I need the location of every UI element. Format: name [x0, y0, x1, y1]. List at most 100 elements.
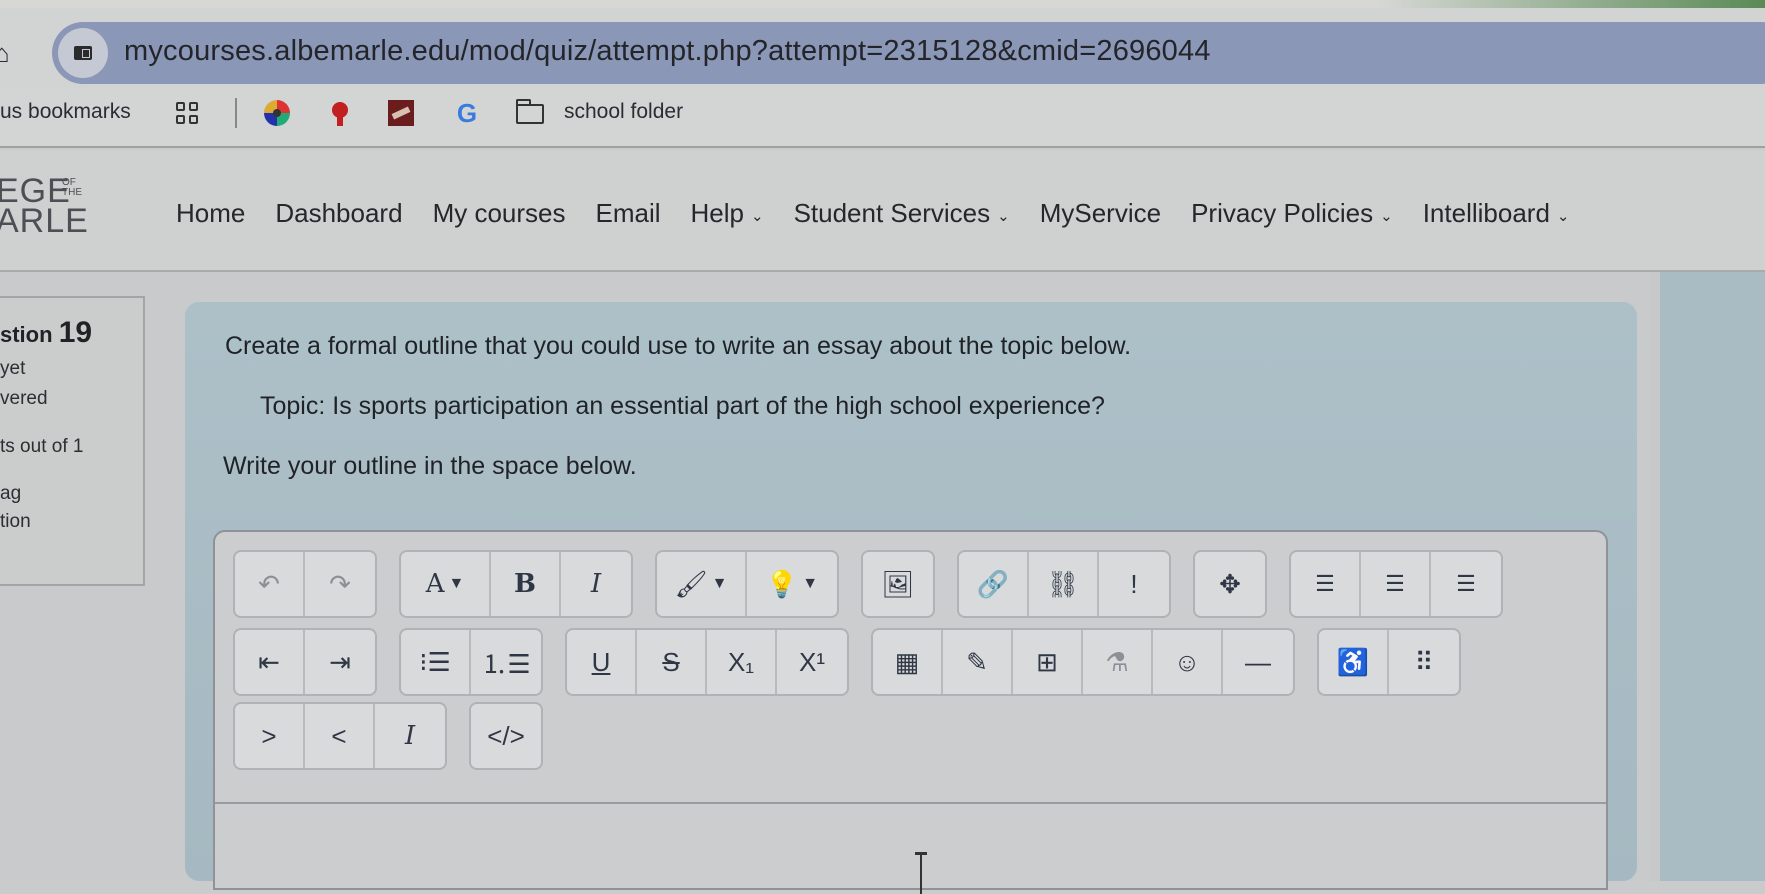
nav-myservice[interactable]: MyService [1040, 198, 1161, 229]
nav-label: Email [595, 198, 661, 228]
fullscreen-button[interactable]: ✥ [1195, 552, 1265, 616]
main-nav: Home Dashboard My courses Email Help ⌄ Student… [176, 198, 1599, 229]
question-instruction: Write your outline in the space below. [223, 452, 637, 480]
dropdown-caret-icon: ▼ [802, 575, 819, 592]
clear-formatting-button[interactable]: I [375, 704, 445, 768]
unlink-button[interactable]: ⛓ [1029, 552, 1099, 616]
redo-button[interactable]: ↷ [305, 552, 375, 616]
undo-button[interactable]: ↶ [235, 552, 305, 616]
question-number-label: stion 19 [0, 316, 93, 349]
marks-text: ts out of 1 [0, 436, 84, 457]
superscript-button[interactable]: X¹ [777, 630, 847, 694]
table-button[interactable]: ⊞ [1013, 630, 1083, 694]
nav-student-services[interactable]: Student Services ⌄ [794, 198, 1010, 229]
align-right-button[interactable]: ☰ [1431, 552, 1501, 616]
more-buttons[interactable]: ⠿ [1389, 630, 1459, 694]
italic-button[interactable]: I [561, 552, 631, 616]
html-source-button[interactable]: </> [471, 704, 541, 768]
toolbar-group: ▦ ✎ ⊞ ⚗ ☺ — [871, 628, 1295, 696]
nav-label: Help [690, 198, 744, 228]
bookmarks-label[interactable]: us bookmarks [0, 100, 131, 124]
colorful-circle-favicon[interactable] [264, 100, 290, 126]
accessibility-checker-button[interactable]: ♿ [1319, 630, 1389, 694]
rtl-icon: < [331, 720, 347, 751]
strikethrough-icon: S [662, 646, 680, 677]
accessibility-warning-button[interactable]: ! [1099, 552, 1169, 616]
url-text[interactable]: mycourses.albemarle.edu/mod/quiz/attempt… [124, 35, 1211, 68]
editor-toolbar-row2: ⇤ ⇥ ⁝☰ ⒈☰ U S X₁ X¹ ▦ ✎ ⊞ ⚗ ☺ — ♿ ⠿ [233, 628, 1483, 696]
apps-grid-icon[interactable] [176, 102, 198, 124]
underline-button[interactable]: U [567, 630, 637, 694]
chevron-down-icon: ⌄ [997, 207, 1010, 225]
numbered-list-button[interactable]: ⒈☰ [471, 630, 541, 694]
maroon-map-favicon[interactable] [388, 100, 414, 126]
nav-privacy-policies[interactable]: Privacy Policies ⌄ [1191, 198, 1393, 229]
question-prompt: Create a formal outline that you could u… [225, 332, 1132, 360]
question-topic: Topic: Is sports participation an essent… [260, 392, 1105, 420]
ltr-button[interactable]: > [235, 704, 305, 768]
horizontal-rule-button[interactable]: — [1223, 630, 1293, 694]
flag-question-link[interactable]: ag [0, 483, 21, 505]
toolbar-group: ↶ ↷ [233, 550, 377, 618]
outdent-button[interactable]: ⇤ [235, 630, 305, 694]
rich-text-editor: ↶ ↷ A ▼ B I 🖌 ▼ 💡 ▼ 🖼 🔗 ⛓! ✥ ☰ ☰ ☰ ⇤ ⇥ ⁝☰ ⒈☰ U S X₁ X¹ ▦ ✎ ⊞ ⚗ ☺ — ♿ ⠿ … [213, 530, 1608, 894]
site-info-button[interactable] [58, 28, 108, 78]
chemistry-icon: ⚗ [1105, 646, 1129, 677]
home-icon[interactable]: ⌂ [0, 38, 10, 69]
nav-help[interactable]: Help ⌄ [691, 198, 764, 229]
chevron-down-icon: ⌄ [1556, 207, 1570, 225]
google-favicon[interactable]: G [454, 100, 480, 126]
red-mascot-favicon[interactable] [327, 100, 353, 126]
nav-label: Student Services [793, 198, 991, 228]
html-source-icon: </> [487, 720, 525, 751]
nav-dashboard[interactable]: Dashboard [275, 198, 402, 229]
nav-email[interactable]: Email [595, 198, 660, 229]
font-color-icon: 🖌 [674, 568, 708, 599]
address-bar[interactable]: mycourses.albemarle.edu/mod/quiz/attempt… [52, 22, 1765, 84]
emoji-button[interactable]: ☺ [1153, 630, 1223, 694]
editor-toolbar-row3: > < I </> [233, 702, 565, 770]
rtl-button[interactable]: < [305, 704, 375, 768]
bullet-list-button[interactable]: ⁝☰ [401, 630, 471, 694]
fullscreen-icon: ✥ [1219, 568, 1241, 599]
edit-button[interactable]: ✎ [943, 630, 1013, 694]
chemistry-button[interactable]: ⚗ [1083, 630, 1153, 694]
equation-button[interactable]: ▦ [873, 630, 943, 694]
right-side-panel [1650, 272, 1765, 881]
underline-icon: U [591, 646, 611, 677]
question-info-box: stion 19 yet vered ts out of 1 ag tion [0, 296, 145, 586]
indent-button[interactable]: ⇥ [305, 630, 375, 694]
nav-intelliboard[interactable]: Intelliboard ⌄ [1423, 198, 1570, 229]
undo-icon: ↶ [258, 568, 280, 599]
bold-button[interactable]: B [491, 552, 561, 616]
nav-label: Home [176, 198, 246, 228]
background-color-button[interactable]: 💡 ▼ [747, 552, 837, 616]
folder-icon[interactable] [516, 99, 544, 124]
chevron-down-icon: ⌄ [750, 207, 764, 225]
indent-icon: ⇥ [329, 646, 351, 677]
subscript-button[interactable]: X₁ [707, 630, 777, 694]
align-center-button[interactable]: ☰ [1361, 552, 1431, 616]
toolbar-group: 🔗 ⛓! [957, 550, 1171, 618]
equation-icon: ▦ [894, 646, 920, 677]
strikethrough-button[interactable]: S [637, 630, 707, 694]
bullet-list-icon: ⁝☰ [419, 646, 451, 677]
college-logo[interactable]: EGE OF THE ARLE [0, 174, 89, 238]
nav-label: MyService [1039, 198, 1162, 228]
nav-home[interactable]: Home [176, 198, 245, 229]
italic-icon: I [590, 569, 602, 599]
link-button[interactable]: 🔗 [959, 552, 1029, 616]
emoji-icon: ☺ [1173, 646, 1201, 677]
font-style-button[interactable]: A ▼ [401, 552, 491, 616]
nav-my-courses[interactable]: My courses [433, 198, 566, 229]
insert-image-button[interactable]: 🖼 [863, 552, 933, 616]
toolbar-group: U S X₁ X¹ [565, 628, 849, 696]
bookmark-school-folder[interactable]: school folder [564, 100, 683, 124]
text-cursor-icon [915, 852, 927, 894]
toolbar-group: ⇤ ⇥ [233, 628, 377, 696]
align-left-button[interactable]: ☰ [1291, 552, 1361, 616]
font-color-button[interactable]: 🖌 ▼ [657, 552, 747, 616]
edit-question-link[interactable]: tion [0, 511, 31, 533]
editor-toolbar-row1: ↶ ↷ A ▼ B I 🖌 ▼ 💡 ▼ 🖼 🔗 ⛓! ✥ ☰ ☰ ☰ [233, 550, 1525, 618]
font-style-icon: A [425, 569, 445, 599]
